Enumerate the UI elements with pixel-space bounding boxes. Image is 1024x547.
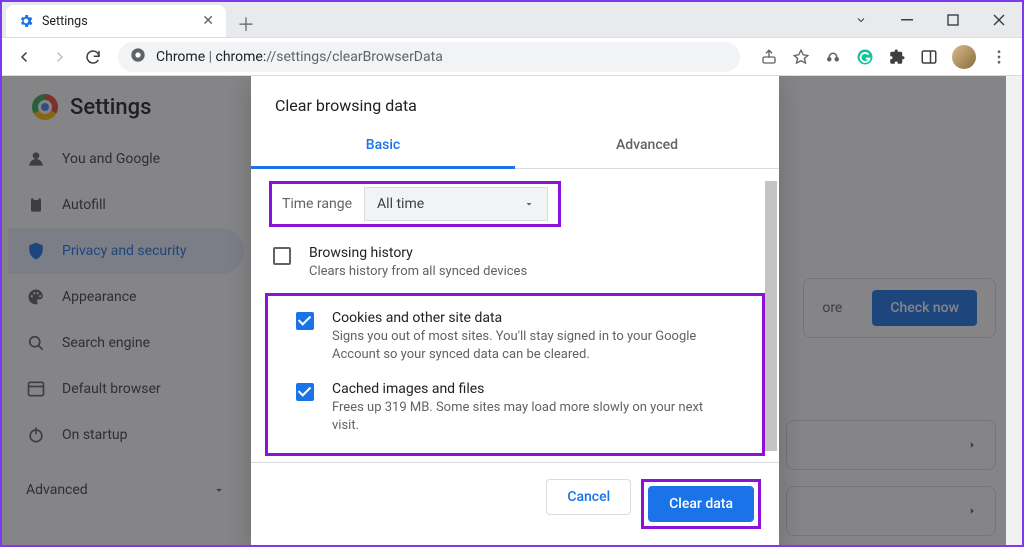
dialog-title: Clear browsing data — [251, 76, 779, 121]
time-range-select[interactable]: All time — [364, 187, 548, 221]
tab-close-icon[interactable]: ✕ — [202, 13, 214, 29]
option-cache[interactable]: Cached images and files Frees up 319 MB.… — [274, 373, 756, 443]
option-cookies[interactable]: Cookies and other site data Signs you ou… — [274, 302, 756, 372]
reload-button[interactable] — [78, 42, 108, 72]
clear-data-button[interactable]: Clear data — [648, 486, 754, 522]
dialog-actions: Cancel Clear data — [251, 462, 779, 545]
back-button[interactable] — [10, 42, 40, 72]
tab-settings[interactable]: Settings ✕ — [6, 5, 226, 37]
highlighted-options: Cookies and other site data Signs you ou… — [265, 293, 765, 456]
chrome-icon — [130, 47, 146, 67]
option-desc: Signs you out of most sites. You'll stay… — [332, 328, 730, 364]
option-desc: Frees up 319 MB. Some sites may load mor… — [332, 399, 730, 435]
highlight-frame: Clear data — [641, 479, 761, 529]
page: Settings You and Google Autofill Privacy… — [2, 76, 1022, 545]
bookmark-star-icon[interactable] — [792, 48, 810, 66]
chevron-down-icon — [523, 198, 535, 210]
extensions-puzzle-icon[interactable] — [888, 48, 906, 66]
omnibox-url: Chrome | chrome://settings/clearBrowserD… — [156, 49, 443, 65]
checkbox[interactable] — [296, 383, 314, 401]
extension-icon-1[interactable] — [824, 48, 842, 66]
tabstrip: Settings ✕ ＋ — [2, 2, 260, 37]
minimize-button[interactable] — [884, 2, 930, 37]
dialog-tabs: Basic Advanced — [251, 121, 779, 169]
window-controls — [838, 2, 1022, 37]
option-title: Cookies and other site data — [332, 310, 730, 326]
option-browsing-history[interactable]: Browsing history Clears history from all… — [251, 237, 779, 289]
time-range-row: Time range All time — [269, 181, 561, 227]
option-title: Cached images and files — [332, 381, 730, 397]
clear-browsing-data-dialog: Clear browsing data Basic Advanced Time … — [251, 76, 779, 545]
close-button[interactable] — [976, 2, 1022, 37]
checkbox[interactable] — [296, 312, 314, 330]
option-title: Browsing history — [309, 245, 527, 261]
cancel-button[interactable]: Cancel — [546, 479, 631, 515]
time-range-label: Time range — [282, 196, 352, 212]
side-panel-icon[interactable] — [920, 48, 938, 66]
new-tab-button[interactable]: ＋ — [232, 11, 260, 37]
scrollbar-thumb[interactable] — [765, 181, 777, 451]
tab-advanced[interactable]: Advanced — [515, 121, 779, 168]
dialog-scrollbar[interactable] — [765, 175, 777, 456]
option-desc: Clears history from all synced devices — [309, 263, 527, 281]
profile-avatar[interactable] — [952, 45, 976, 69]
browser-window: Settings ✕ ＋ Chrome | chrome://settings/… — [0, 0, 1024, 547]
dialog-body: Time range All time Browsing history Cle… — [251, 169, 779, 462]
kebab-menu-icon[interactable] — [990, 48, 1008, 66]
page-scrollbar[interactable] — [1006, 76, 1022, 545]
titlebar: Settings ✕ ＋ — [2, 2, 1022, 38]
maximize-button[interactable] — [930, 2, 976, 37]
toolbar-actions — [750, 45, 1014, 69]
time-range-value: All time — [377, 196, 424, 212]
tab-title: Settings — [42, 14, 88, 29]
toolbar: Chrome | chrome://settings/clearBrowserD… — [2, 38, 1022, 76]
gear-icon — [18, 13, 34, 29]
forward-button[interactable] — [44, 42, 74, 72]
chevron-down-icon[interactable] — [838, 2, 884, 37]
omnibox[interactable]: Chrome | chrome://settings/clearBrowserD… — [118, 42, 740, 72]
grammarly-icon[interactable] — [856, 48, 874, 66]
share-icon[interactable] — [760, 48, 778, 66]
tab-basic[interactable]: Basic — [251, 121, 515, 168]
checkbox[interactable] — [273, 247, 291, 265]
